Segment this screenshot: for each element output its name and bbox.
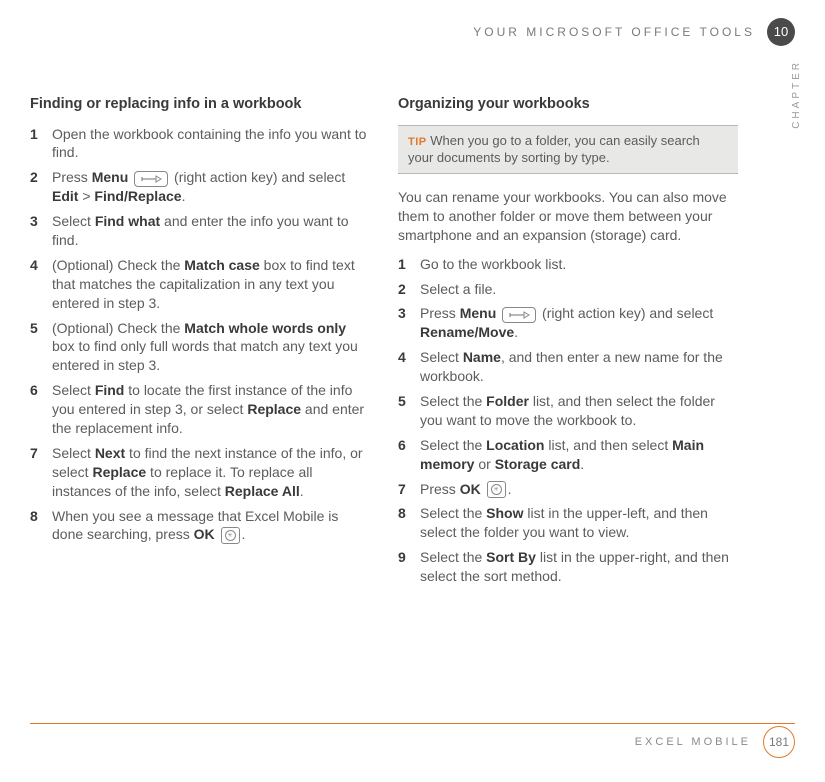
tip-label: TIP — [408, 136, 427, 148]
list-item: 9 Select the Sort By list in the upper-r… — [398, 548, 738, 586]
step-number: 3 — [30, 212, 52, 250]
step-body: (Optional) Check the Match whole words o… — [52, 319, 370, 376]
list-item: 2 Press Menu (right action key) and sele… — [30, 168, 370, 206]
header-title: YOUR MICROSOFT OFFICE TOOLS — [473, 24, 755, 40]
step-body: Select the Sort By list in the upper-rig… — [420, 548, 738, 586]
footer-rule — [30, 723, 795, 724]
right-steps: 1 Go to the workbook list. 2 Select a fi… — [398, 255, 738, 586]
list-item: 6 Select Find to locate the first instan… — [30, 381, 370, 438]
step-body: Select Next to find the next instance of… — [52, 444, 370, 501]
ok-key-icon: ✳ — [221, 527, 240, 544]
footer: EXCEL MOBILE 181 — [635, 726, 795, 758]
page-number-badge: 181 — [763, 726, 795, 758]
step-number: 2 — [30, 168, 52, 206]
right-heading: Organizing your workbooks — [398, 95, 738, 115]
left-steps: 1 Open the workbook containing the info … — [30, 125, 370, 545]
list-item: 7 Press OK ✳. — [398, 480, 738, 499]
step-body: Open the workbook containing the info yo… — [52, 125, 370, 163]
list-item: 1 Go to the workbook list. — [398, 255, 738, 274]
step-body: Select Name, and then enter a new name f… — [420, 348, 738, 386]
list-item: 8 Select the Show list in the upper-left… — [398, 504, 738, 542]
menu-key-icon — [134, 171, 168, 187]
list-item: 5 Select the Folder list, and then selec… — [398, 392, 738, 430]
list-item: 4 (Optional) Check the Match case box to… — [30, 256, 370, 313]
menu-key-icon — [502, 307, 536, 323]
footer-title: EXCEL MOBILE — [635, 735, 751, 750]
step-body: Go to the workbook list. — [420, 255, 738, 274]
step-body: (Optional) Check the Match case box to f… — [52, 256, 370, 313]
step-body: Press OK ✳. — [420, 480, 738, 499]
list-item: 8 When you see a message that Excel Mobi… — [30, 507, 370, 545]
step-number: 7 — [398, 480, 420, 499]
step-body: Select a file. — [420, 280, 738, 299]
list-item: 2 Select a file. — [398, 280, 738, 299]
step-number: 4 — [30, 256, 52, 313]
step-number: 2 — [398, 280, 420, 299]
step-body: When you see a message that Excel Mobile… — [52, 507, 370, 545]
right-column: Organizing your workbooks TIP When you g… — [398, 95, 738, 592]
content-columns: Finding or replacing info in a workbook … — [30, 95, 795, 592]
header-row: YOUR MICROSOFT OFFICE TOOLS 10 — [473, 18, 795, 46]
step-number: 1 — [398, 255, 420, 274]
left-heading: Finding or replacing info in a workbook — [30, 95, 370, 115]
tip-text: When you go to a folder, you can easily … — [408, 133, 700, 166]
step-body: Press Menu (right action key) and select… — [420, 304, 738, 342]
right-intro: You can rename your workbooks. You can a… — [398, 188, 738, 245]
tip-box: TIP When you go to a folder, you can eas… — [398, 125, 738, 174]
step-number: 6 — [398, 436, 420, 474]
step-number: 7 — [30, 444, 52, 501]
left-column: Finding or replacing info in a workbook … — [30, 95, 370, 592]
chapter-label: CHAPTER — [790, 60, 804, 129]
step-number: 8 — [30, 507, 52, 545]
step-number: 4 — [398, 348, 420, 386]
step-body: Select Find to locate the first instance… — [52, 381, 370, 438]
list-item: 5 (Optional) Check the Match whole words… — [30, 319, 370, 376]
step-body: Select Find what and enter the info you … — [52, 212, 370, 250]
step-number: 9 — [398, 548, 420, 586]
list-item: 7 Select Next to find the next instance … — [30, 444, 370, 501]
step-body: Select the Location list, and then selec… — [420, 436, 738, 474]
step-body: Select the Show list in the upper-left, … — [420, 504, 738, 542]
step-number: 6 — [30, 381, 52, 438]
step-number: 5 — [398, 392, 420, 430]
ok-key-icon: ✳ — [487, 481, 506, 498]
page: YOUR MICROSOFT OFFICE TOOLS 10 CHAPTER F… — [0, 0, 825, 782]
list-item: 1 Open the workbook containing the info … — [30, 125, 370, 163]
step-number: 1 — [30, 125, 52, 163]
list-item: 4 Select Name, and then enter a new name… — [398, 348, 738, 386]
step-body: Select the Folder list, and then select … — [420, 392, 738, 430]
list-item: 3 Select Find what and enter the info yo… — [30, 212, 370, 250]
step-body: Press Menu (right action key) and select… — [52, 168, 370, 206]
step-number: 3 — [398, 304, 420, 342]
list-item: 3 Press Menu (right action key) and sele… — [398, 304, 738, 342]
list-item: 6 Select the Location list, and then sel… — [398, 436, 738, 474]
chapter-number-badge: 10 — [767, 18, 795, 46]
step-number: 8 — [398, 504, 420, 542]
step-number: 5 — [30, 319, 52, 376]
